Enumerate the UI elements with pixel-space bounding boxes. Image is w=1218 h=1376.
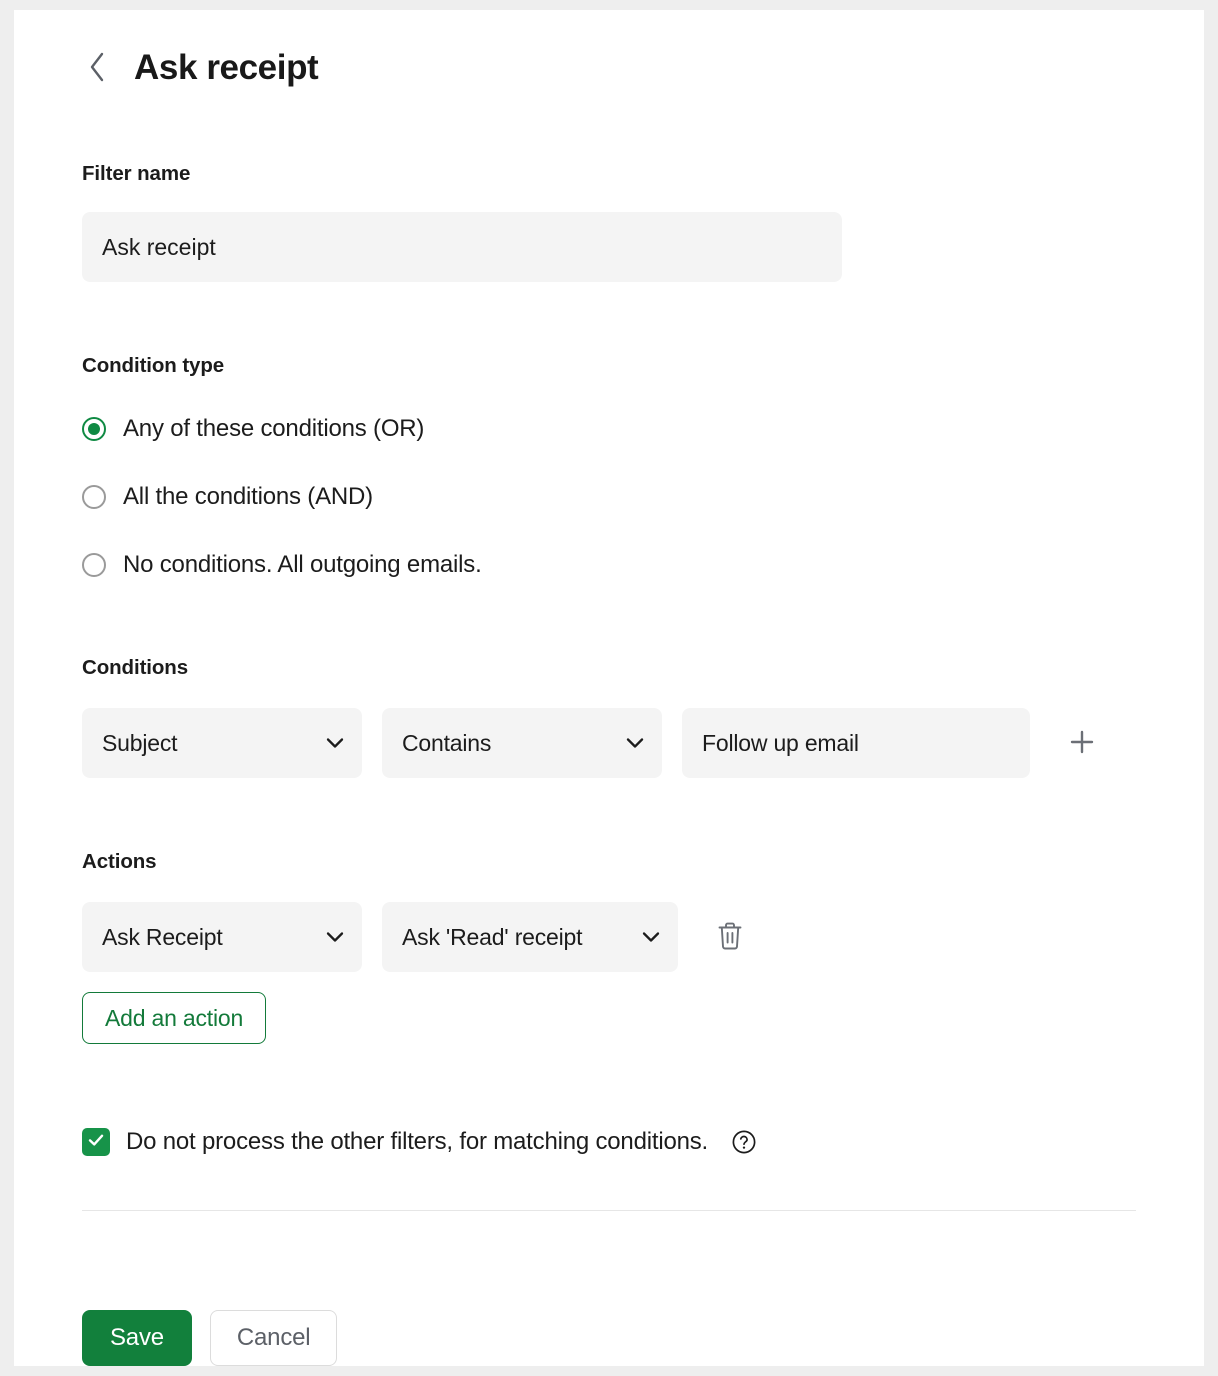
page-root: Ask receipt Filter name Ask receipt Cond… [0,0,1218,1376]
footer: Save Cancel [14,1276,1204,1366]
header: Ask receipt [14,10,1204,86]
save-button[interactable]: Save [82,1310,192,1366]
filter-editor-card: Ask receipt Filter name Ask receipt Cond… [14,10,1204,1366]
form-content: Filter name Ask receipt Condition type A… [14,162,1204,1211]
check-icon [86,1130,106,1155]
chevron-down-icon [326,737,344,749]
add-action-button[interactable]: Add an action [82,992,267,1044]
conditions-label: Conditions [82,656,189,679]
skip-other-filters-row: Do not process the other filters, for ma… [82,1128,758,1156]
chevron-down-icon [642,931,660,943]
action-row: Ask Receipt Ask 'Read' receipt [82,902,1136,972]
question-circle-icon[interactable] [730,1128,758,1156]
radio-icon-any [82,417,106,441]
condition-field-value: Subject [102,729,178,756]
footer-divider [82,1210,1136,1211]
page-title: Ask receipt [134,47,319,87]
action-value-text: Ask 'Read' receipt [402,923,583,950]
chevron-down-icon [626,737,644,749]
skip-other-filters-label: Do not process the other filters, for ma… [126,1128,709,1155]
card-body: Ask receipt Filter name Ask receipt Cond… [14,10,1204,1276]
plus-icon [1067,727,1097,760]
cancel-button[interactable]: Cancel [209,1310,338,1366]
condition-operator-value: Contains [402,729,492,756]
skip-other-filters-checkbox[interactable] [82,1128,110,1156]
condition-operator-select[interactable]: Contains [382,708,662,778]
condition-field-select[interactable]: Subject [82,708,362,778]
condition-type-option-any-label: Any of these conditions (OR) [123,415,425,442]
action-value-select[interactable]: Ask 'Read' receipt [382,902,678,972]
condition-value-input[interactable]: Follow up email [682,708,1030,778]
filter-name-input[interactable]: Ask receipt [82,212,842,282]
radio-icon-all [82,485,106,509]
condition-type-option-all[interactable]: All the conditions (AND) [82,474,373,520]
back-button[interactable] [82,48,112,86]
condition-type-option-none-label: No conditions. All outgoing emails. [123,551,482,578]
filter-name-label: Filter name [82,162,191,185]
action-type-select[interactable]: Ask Receipt [82,902,362,972]
trash-icon [716,921,744,954]
chevron-down-icon [326,931,344,943]
radio-icon-none [82,553,106,577]
condition-type-option-all-label: All the conditions (AND) [123,483,373,510]
condition-type-radio-group: Any of these conditions (OR) All the con… [82,406,1136,588]
add-condition-button[interactable] [1056,717,1108,769]
condition-type-option-any[interactable]: Any of these conditions (OR) [82,406,424,452]
condition-row: Subject Contains Follow up email [82,708,1136,778]
condition-type-label: Condition type [82,354,225,377]
actions-label: Actions [82,850,157,873]
delete-action-button[interactable] [706,913,754,961]
action-type-value: Ask Receipt [102,923,223,950]
chevron-left-icon [87,51,107,83]
condition-type-option-none[interactable]: No conditions. All outgoing emails. [82,542,482,588]
